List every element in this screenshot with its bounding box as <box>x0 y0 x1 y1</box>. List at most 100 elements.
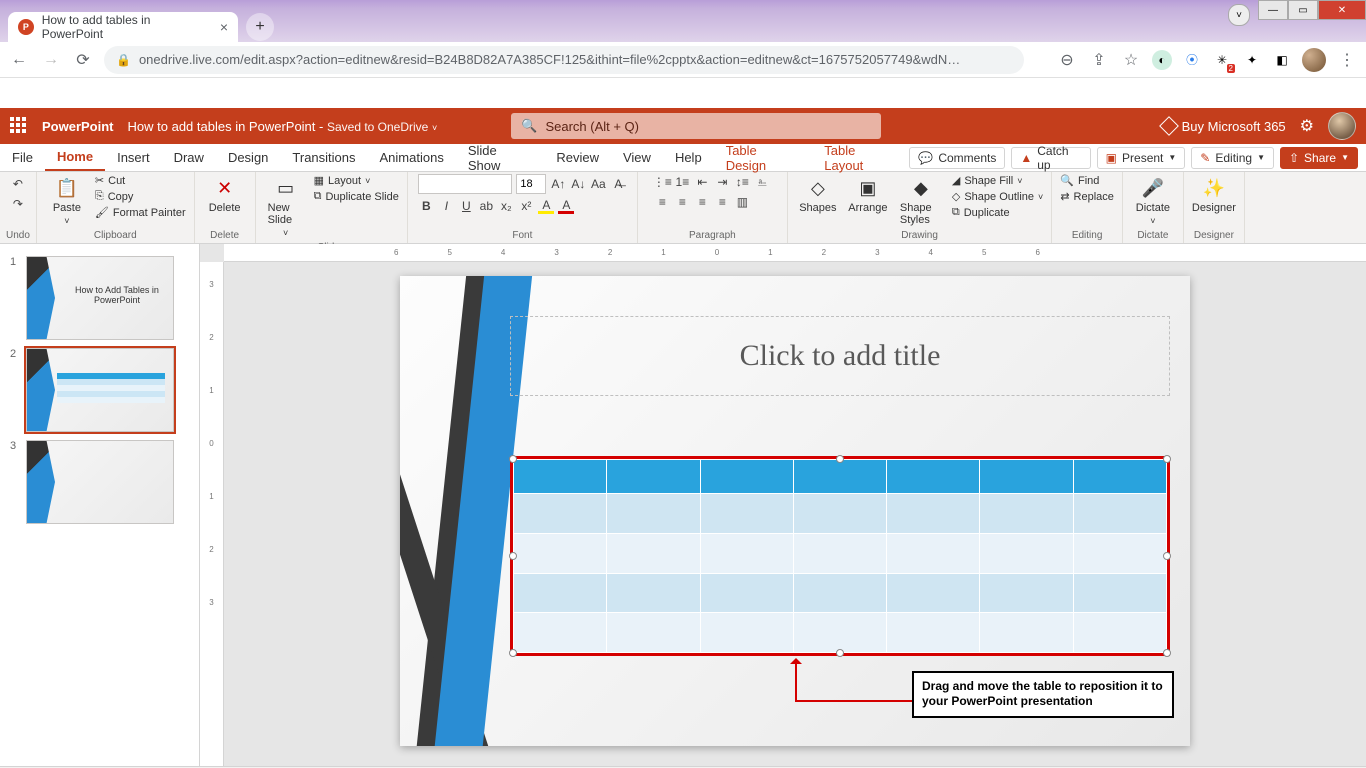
chrome-menu-icon[interactable]: ⋮ <box>1336 49 1358 71</box>
window-close-button[interactable]: ✕ <box>1318 0 1366 20</box>
undo-icon[interactable]: ↶ <box>10 176 26 192</box>
designer-button[interactable]: ✨Designer <box>1192 174 1236 216</box>
slide[interactable]: Click to add title <box>400 276 1190 746</box>
thumbnail-2[interactable]: 2 <box>0 344 199 436</box>
editing-mode-button[interactable]: ✎Editing▼ <box>1191 147 1274 169</box>
superscript-icon[interactable]: x² <box>518 198 534 214</box>
redo-icon[interactable]: ↷ <box>10 196 26 212</box>
app-launcher-icon[interactable] <box>10 117 28 135</box>
paste-button[interactable]: 📋Paste˅ <box>45 174 89 228</box>
browser-tab-active[interactable]: P How to add tables in PowerPoint × <box>8 12 238 42</box>
justify-icon[interactable]: ≡ <box>714 194 730 210</box>
window-minimize-button[interactable]: — <box>1258 0 1288 20</box>
resize-handle-s[interactable] <box>836 649 844 657</box>
settings-gear-icon[interactable]: ⚙ <box>1300 116 1314 136</box>
columns-icon[interactable]: ▥ <box>734 194 750 210</box>
duplicate-shape-button[interactable]: ⧉Duplicate <box>952 206 1043 219</box>
bookmark-star-icon[interactable]: ☆ <box>1120 49 1142 71</box>
align-left-icon[interactable]: ≡ <box>654 194 670 210</box>
arrange-button[interactable]: ▣Arrange <box>846 174 890 216</box>
nav-back-icon[interactable]: ← <box>8 49 30 71</box>
delete-button[interactable]: ✕Delete <box>203 174 247 216</box>
nav-reload-icon[interactable]: ⟳ <box>72 49 94 71</box>
selected-table[interactable] <box>510 456 1170 656</box>
resize-handle-n[interactable] <box>836 455 844 463</box>
change-case-icon[interactable]: Aa <box>590 176 606 192</box>
resize-handle-ne[interactable] <box>1163 455 1171 463</box>
zoom-icon[interactable]: ⊖ <box>1056 49 1078 71</box>
shape-fill-button[interactable]: ◢Shape Fill˅ <box>952 174 1043 187</box>
tab-help[interactable]: Help <box>663 144 714 171</box>
present-button[interactable]: ▣Present▼ <box>1097 147 1186 169</box>
shape-styles-button[interactable]: ◆Shape Styles <box>896 174 946 228</box>
format-painter-button[interactable]: 🖌Format Painter <box>95 206 186 219</box>
indent-dec-icon[interactable]: ⇤ <box>694 174 710 190</box>
grow-font-icon[interactable]: A↑ <box>550 176 566 192</box>
bullets-icon[interactable]: ⋮≡ <box>654 174 670 190</box>
extensions-puzzle-icon[interactable]: ✦ <box>1242 50 1262 70</box>
font-family-select[interactable] <box>418 174 512 194</box>
replace-button[interactable]: ⇄Replace <box>1060 190 1114 203</box>
layout-button[interactable]: ▦Layout˅ <box>314 174 399 187</box>
resize-handle-se[interactable] <box>1163 649 1171 657</box>
thumbnail-1[interactable]: 1 How to Add Tables in PowerPoint <box>0 252 199 344</box>
tab-animations[interactable]: Animations <box>368 144 456 171</box>
clear-format-icon[interactable]: A̶ <box>610 176 626 192</box>
italic-icon[interactable]: I <box>438 198 454 214</box>
new-slide-button[interactable]: ▭New Slide˅ <box>264 174 308 240</box>
extension-icon-1[interactable]: ◐ <box>1152 50 1172 70</box>
resize-handle-e[interactable] <box>1163 552 1171 560</box>
tab-slideshow[interactable]: Slide Show <box>456 144 545 171</box>
catch-up-button[interactable]: ▲Catch up <box>1011 147 1090 169</box>
table[interactable] <box>513 459 1167 653</box>
thumbnail-3[interactable]: 3 <box>0 436 199 528</box>
slide-thumbnail-panel[interactable]: 1 How to Add Tables in PowerPoint 2 3 <box>0 244 200 766</box>
shapes-button[interactable]: ◇Shapes <box>796 174 840 216</box>
find-button[interactable]: 🔍Find <box>1060 174 1114 187</box>
window-restore-down-icon[interactable]: ˅ <box>1228 4 1250 26</box>
extension-icon-2[interactable]: ⦿ <box>1182 50 1202 70</box>
tab-insert[interactable]: Insert <box>105 144 162 171</box>
tab-close-icon[interactable]: × <box>220 19 228 35</box>
buy-microsoft-button[interactable]: Buy Microsoft 365 <box>1162 119 1286 134</box>
tab-view[interactable]: View <box>611 144 663 171</box>
window-maximize-button[interactable]: ▭ <box>1288 0 1318 20</box>
tab-transitions[interactable]: Transitions <box>280 144 367 171</box>
nav-forward-icon[interactable]: → <box>40 49 62 71</box>
font-color-icon[interactable]: A <box>558 198 574 214</box>
tab-table-layout[interactable]: Table Layout <box>812 144 909 171</box>
text-direction-icon[interactable]: ⎁ <box>754 174 770 190</box>
title-placeholder[interactable]: Click to add title <box>510 316 1170 396</box>
chrome-profile-avatar[interactable] <box>1302 48 1326 72</box>
font-size-select[interactable] <box>516 174 546 194</box>
tab-design[interactable]: Design <box>216 144 280 171</box>
numbering-icon[interactable]: 1≡ <box>674 174 690 190</box>
share-page-icon[interactable]: ⇪ <box>1088 49 1110 71</box>
tab-table-design[interactable]: Table Design <box>714 144 813 171</box>
shrink-font-icon[interactable]: A↓ <box>570 176 586 192</box>
tab-home[interactable]: Home <box>45 144 105 171</box>
account-avatar[interactable] <box>1328 112 1356 140</box>
strike-icon[interactable]: ab <box>478 198 494 214</box>
duplicate-slide-button[interactable]: ⧉Duplicate Slide <box>314 190 399 203</box>
url-bar[interactable]: 🔒 onedrive.live.com/edit.aspx?action=edi… <box>104 46 1024 74</box>
document-title[interactable]: How to add tables in PowerPoint - Saved … <box>128 119 438 134</box>
indent-inc-icon[interactable]: ⇥ <box>714 174 730 190</box>
resize-handle-nw[interactable] <box>509 455 517 463</box>
underline-icon[interactable]: U <box>458 198 474 214</box>
bold-icon[interactable]: B <box>418 198 434 214</box>
resize-handle-w[interactable] <box>509 552 517 560</box>
search-box[interactable]: 🔍 Search (Alt + Q) <box>511 113 881 139</box>
tab-draw[interactable]: Draw <box>162 144 216 171</box>
dictate-button[interactable]: 🎤Dictate˅ <box>1131 174 1175 228</box>
line-spacing-icon[interactable]: ↕≡ <box>734 174 750 190</box>
resize-handle-sw[interactable] <box>509 649 517 657</box>
tab-file[interactable]: File <box>0 144 45 171</box>
comments-button[interactable]: 💬Comments <box>909 147 1005 169</box>
highlight-icon[interactable]: A <box>538 198 554 214</box>
slide-canvas-area[interactable]: Click to add title <box>224 262 1366 766</box>
copy-button[interactable]: ⎘Copy <box>95 190 186 203</box>
new-tab-button[interactable]: + <box>246 13 274 41</box>
share-button[interactable]: ⇧Share▼ <box>1280 147 1358 169</box>
side-panel-icon[interactable]: ◧ <box>1272 50 1292 70</box>
